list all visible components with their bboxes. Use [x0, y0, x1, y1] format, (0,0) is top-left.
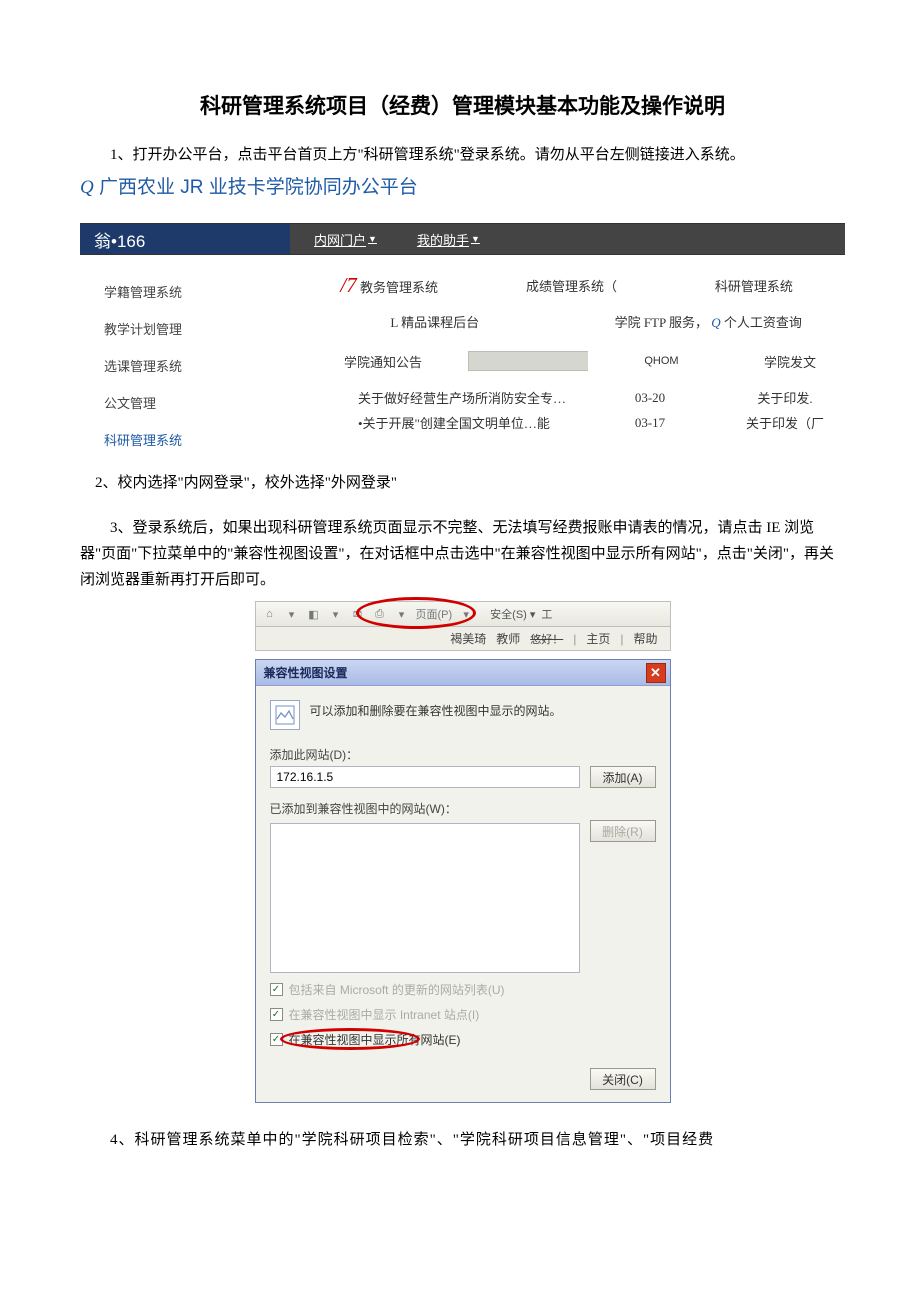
paragraph-2: 2、校内选择"内网登录"，校外选择"外网登录": [80, 470, 845, 496]
dropdown-icon: ▾: [284, 608, 300, 621]
link-help[interactable]: 帮助: [633, 630, 657, 647]
add-site-input[interactable]: [270, 766, 580, 788]
shaded-box: [468, 351, 588, 371]
main-grid: 学籍管理系统 教学计划管理 选课管理系统 公文管理 科研管理系统 /7 教务管理…: [80, 255, 845, 468]
dialog-intro-text: 可以添加和删除要在兼容性视图中显示的网站。: [310, 700, 562, 719]
close-button-label: 关闭(C): [602, 1071, 643, 1088]
sidebar-item-research[interactable]: 科研管理系统: [104, 421, 290, 458]
sidebar-item[interactable]: 公文管理: [104, 384, 290, 421]
link-jiaowu-label: 教务管理系统: [360, 280, 438, 295]
ie-toolbar: ⌂▾ ◧▾ ✉ ⎙▾ 页面(P)▾ 安全(S) ▾ 工: [255, 601, 671, 627]
delete-button: 删除(R): [590, 820, 656, 842]
checkbox-ms-label: 包括来自 Microsoft 的更新的网站列表(U): [289, 981, 505, 998]
link-home[interactable]: 主页: [586, 630, 610, 647]
delete-button-label: 删除(R): [602, 823, 643, 840]
chevron-down-icon: ▼: [368, 234, 377, 244]
added-sites-label: 已添加到兼容性视图中的网站(W)：: [270, 800, 656, 817]
notice-item-date: 03-20: [575, 390, 725, 406]
separator: |: [573, 632, 576, 646]
dropdown-icon: ▾: [328, 608, 344, 621]
fawen-label: 学院发文: [735, 352, 845, 371]
dialog-intro: 可以添加和删除要在兼容性视图中显示的网站。: [270, 700, 656, 730]
dialog-footer: 关闭(C): [256, 1058, 670, 1102]
separator: |: [620, 632, 623, 646]
notice-item-row: •关于开展"创建全国文明单位…能 03-17 关于印发（厂: [298, 410, 845, 435]
notice-row: 学院通知公告 QHOM 学院发文: [298, 345, 845, 385]
notice-label: 学院通知公告: [298, 352, 468, 371]
safety-label: 安全(S): [490, 609, 527, 621]
paragraph-1: 1、打开办公平台，点击平台首页上方"科研管理系统"登录系统。请勿从平台左侧链接进…: [80, 142, 845, 168]
doc-title: 科研管理系统项目（经费）管理模块基本功能及操作说明: [80, 90, 845, 120]
notice-item-text[interactable]: 关于做好经营生产场所消防安全专…: [358, 388, 575, 407]
header-nav: 内网门户 ▼ 我的助手 ▼: [290, 224, 845, 254]
link-chengji[interactable]: 成绩管理系统（: [480, 276, 662, 295]
qhom-text: QHOM: [588, 355, 735, 367]
paragraph-3: 3、登录系统后，如果出现科研管理系统页面显示不完整、无法填写经费报账申请表的情况…: [80, 515, 845, 594]
feed-icon[interactable]: ◧: [306, 608, 322, 621]
platform-name: 广西农业 JR 业技卡学院协同办公平台: [99, 177, 418, 198]
add-button-label: 添加(A): [603, 769, 643, 786]
fawen-item[interactable]: 关于印发.: [725, 388, 845, 407]
close-icon[interactable]: ✕: [646, 663, 666, 683]
compat-view-dialog: 兼容性视图设置 ✕ 可以添加和删除要在兼容性视图中显示的网站。 添加此网站(D)…: [255, 659, 671, 1103]
dialog-body: 可以添加和删除要在兼容性视图中显示的网站。 添加此网站(D)： 添加(A) 已添…: [256, 686, 670, 1058]
checkbox-intranet[interactable]: ✓ 在兼容性视图中显示 Intranet 站点(I): [270, 1006, 656, 1023]
notice-item-date: 03-17: [575, 415, 725, 431]
notice-item-row: 关于做好经营生产场所消防安全专… 03-20 关于印发.: [298, 385, 845, 410]
compat-view-figure: ⌂▾ ◧▾ ✉ ⎙▾ 页面(P)▾ 安全(S) ▾ 工 褐美琦 教师 悠好！ |…: [255, 601, 671, 1103]
user-role: 教师: [496, 630, 520, 647]
dialog-title-text: 兼容性视图设置: [264, 664, 348, 681]
sidebar-item[interactable]: 选课管理系统: [104, 347, 290, 384]
nav-assistant-label: 我的助手: [417, 230, 469, 249]
paragraph-4: 4、科研管理系统菜单中的"学院科研项目检索"、"学院科研项目信息管理"、"项目经…: [80, 1127, 845, 1153]
link-ftp-salary[interactable]: 学院 FTP 服务， Q 个人工资查询: [572, 312, 846, 331]
main-content: /7 教务管理系统 成绩管理系统（ 科研管理系统 L 精品课程后台 学院 FTP…: [290, 255, 845, 468]
add-site-label: 添加此网站(D)：: [270, 746, 656, 763]
salary-text: 个人工资查询: [724, 315, 802, 330]
checkbox-all-sites[interactable]: ✓ 在兼容性视图中显示所有网站(E): [270, 1031, 656, 1048]
nav-intranet-label: 内网门户: [314, 230, 366, 249]
red-highlight-oval: [356, 597, 476, 629]
platform-q-mark: Q: [80, 177, 94, 198]
sidebar-item[interactable]: 学籍管理系统: [104, 273, 290, 310]
tools-menu-trunc[interactable]: 工: [541, 606, 552, 622]
checkbox-icon: ✓: [270, 1008, 283, 1021]
link-jiaowu[interactable]: /7 教务管理系统: [298, 273, 480, 298]
user-greet: 悠好！: [530, 631, 563, 647]
paragraph-2-text: 2、校内选择"内网登录"，校外选择"外网登录": [95, 475, 397, 491]
added-sites-listbox[interactable]: [270, 823, 580, 973]
dialog-titlebar: 兼容性视图设置: [256, 660, 670, 686]
globe-icon: [270, 700, 300, 730]
top-links-row: /7 教务管理系统 成绩管理系统（ 科研管理系统: [298, 273, 845, 312]
sidebar: 学籍管理系统 教学计划管理 选课管理系统 公文管理 科研管理系统: [80, 255, 290, 468]
user-name: 褐美琦: [450, 630, 486, 647]
platform-name-line: Q 广西农业 JR 业技卡学院协同办公平台: [80, 172, 845, 199]
q-mark-icon: Q: [711, 315, 720, 330]
slash7-mark: /7: [340, 273, 356, 297]
add-button[interactable]: 添加(A): [590, 766, 656, 788]
link-jingpin[interactable]: L 精品课程后台: [298, 312, 572, 331]
checkbox-icon: ✓: [270, 983, 283, 996]
ftp-text: 学院 FTP 服务，: [615, 315, 708, 330]
link-keyan[interactable]: 科研管理系统: [663, 276, 845, 295]
notice-item-text[interactable]: •关于开展"创建全国文明单位…能: [358, 413, 575, 432]
chevron-down-icon: ▼: [471, 234, 480, 244]
fawen-item[interactable]: 关于印发（厂: [725, 413, 845, 432]
sidebar-item[interactable]: 教学计划管理: [104, 310, 290, 347]
user-info-bar: 褐美琦 教师 悠好！ | 主页 | 帮助: [255, 627, 671, 651]
checkbox-ms-updates[interactable]: ✓ 包括来自 Microsoft 的更新的网站列表(U): [270, 981, 656, 998]
second-links-row: L 精品课程后台 学院 FTP 服务， Q 个人工资查询: [298, 312, 845, 345]
close-button[interactable]: 关闭(C): [590, 1068, 656, 1090]
app-header-bar: 翁•166 内网门户 ▼ 我的助手 ▼: [80, 223, 845, 255]
checkbox-intranet-label: 在兼容性视图中显示 Intranet 站点(I): [289, 1006, 480, 1023]
nav-intranet-portal[interactable]: 内网门户 ▼: [314, 230, 377, 249]
safety-menu[interactable]: 安全(S) ▾: [490, 606, 535, 622]
nav-my-assistant[interactable]: 我的助手 ▼: [417, 230, 480, 249]
home-icon[interactable]: ⌂: [262, 608, 278, 620]
header-left-cell: 翁•166: [80, 224, 290, 254]
